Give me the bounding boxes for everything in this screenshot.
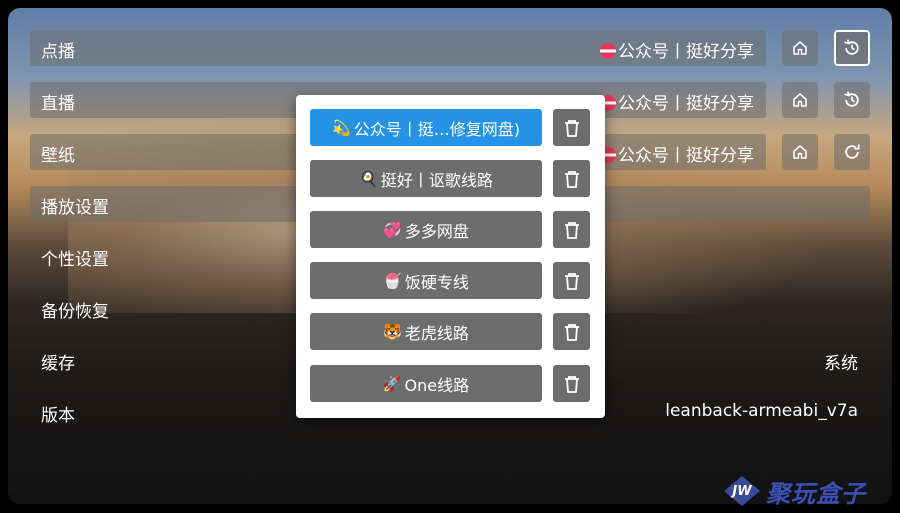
setting-vod-label: 点播 [41, 42, 75, 62]
frying-pan-icon: 🍳 [359, 169, 378, 188]
site-option-label: 挺好丨讴歌线路 [380, 170, 493, 190]
shaved-ice-icon: 🍧 [383, 271, 402, 290]
vod-history-button[interactable] [834, 30, 870, 66]
site-option[interactable]: 🍳 挺好丨讴歌线路 [310, 160, 542, 197]
wallpaper-home-button[interactable] [782, 134, 818, 170]
delete-site-button[interactable] [553, 211, 590, 248]
site-option[interactable]: 💞 多多网盘 [310, 211, 542, 248]
watermark-logo: JW [724, 476, 760, 506]
setting-vod[interactable]: 点播 公众号丨挺好分享 [30, 30, 766, 66]
setting-cache-value: 系统 [824, 354, 858, 374]
site-option-label: One线路 [404, 375, 470, 395]
site-select-dialog: 💫 公众号丨挺…修复网盘) 🍳 挺好丨讴歌线路 💞 多多网盘 🍧 饭硬专线 🐯 … [296, 95, 605, 418]
setting-live-label: 直播 [41, 94, 75, 114]
site-option-label: 饭硬专线 [404, 272, 469, 292]
setting-backup-label: 备份恢复 [41, 302, 109, 322]
trash-icon [564, 221, 579, 239]
site-option[interactable]: 🍧 饭硬专线 [310, 262, 542, 299]
rocket-icon: 🚀 [382, 374, 402, 393]
hearts-icon: 💞 [383, 220, 402, 239]
setting-cache-label: 缓存 [41, 354, 75, 374]
setting-wallpaper-value: 公众号丨挺好分享 [600, 141, 754, 166]
setting-live-value: 公众号丨挺好分享 [600, 89, 754, 114]
setting-wallpaper-label: 壁纸 [41, 146, 75, 166]
vod-home-button[interactable] [782, 30, 818, 66]
site-option-label: 多多网盘 [404, 221, 469, 241]
site-option-label: 公众号丨挺…修复网盘) [353, 119, 520, 139]
live-history-button[interactable] [834, 82, 870, 118]
trash-icon [564, 272, 579, 290]
history-icon [844, 91, 859, 107]
refresh-icon [845, 144, 860, 159]
delete-site-button[interactable] [553, 160, 590, 197]
wallpaper-refresh-button[interactable] [834, 134, 870, 170]
tiger-icon: 🐯 [383, 322, 402, 341]
setting-version-label: 版本 [41, 406, 75, 426]
home-icon [793, 93, 807, 107]
sparkle-icon: 💫 [332, 118, 351, 137]
history-icon [844, 39, 859, 55]
delete-site-button[interactable] [553, 109, 590, 146]
flag-icon [600, 43, 616, 59]
delete-site-button[interactable] [553, 313, 590, 350]
trash-icon [564, 375, 579, 393]
watermark: JW 聚玩盒子 [724, 474, 866, 508]
site-option[interactable]: 🐯 老虎线路 [310, 313, 542, 350]
trash-icon [564, 323, 579, 341]
delete-site-button[interactable] [553, 262, 590, 299]
setting-vod-value: 公众号丨挺好分享 [600, 37, 754, 62]
watermark-text: 聚玩盒子 [766, 479, 866, 508]
setting-personalize-label: 个性设置 [41, 250, 109, 270]
live-home-button[interactable] [782, 82, 818, 118]
setting-playback-label: 播放设置 [41, 198, 109, 218]
trash-icon [564, 119, 579, 137]
trash-icon [564, 170, 579, 188]
home-icon [793, 145, 807, 159]
site-option[interactable]: 🚀 One线路 [310, 365, 542, 402]
site-option[interactable]: 💫 公众号丨挺…修复网盘) [310, 109, 542, 146]
delete-site-button[interactable] [553, 365, 590, 402]
setting-version-value: leanback-armeabi_v7a [665, 401, 858, 421]
site-option-label: 老虎线路 [404, 323, 469, 343]
home-icon [793, 41, 807, 55]
